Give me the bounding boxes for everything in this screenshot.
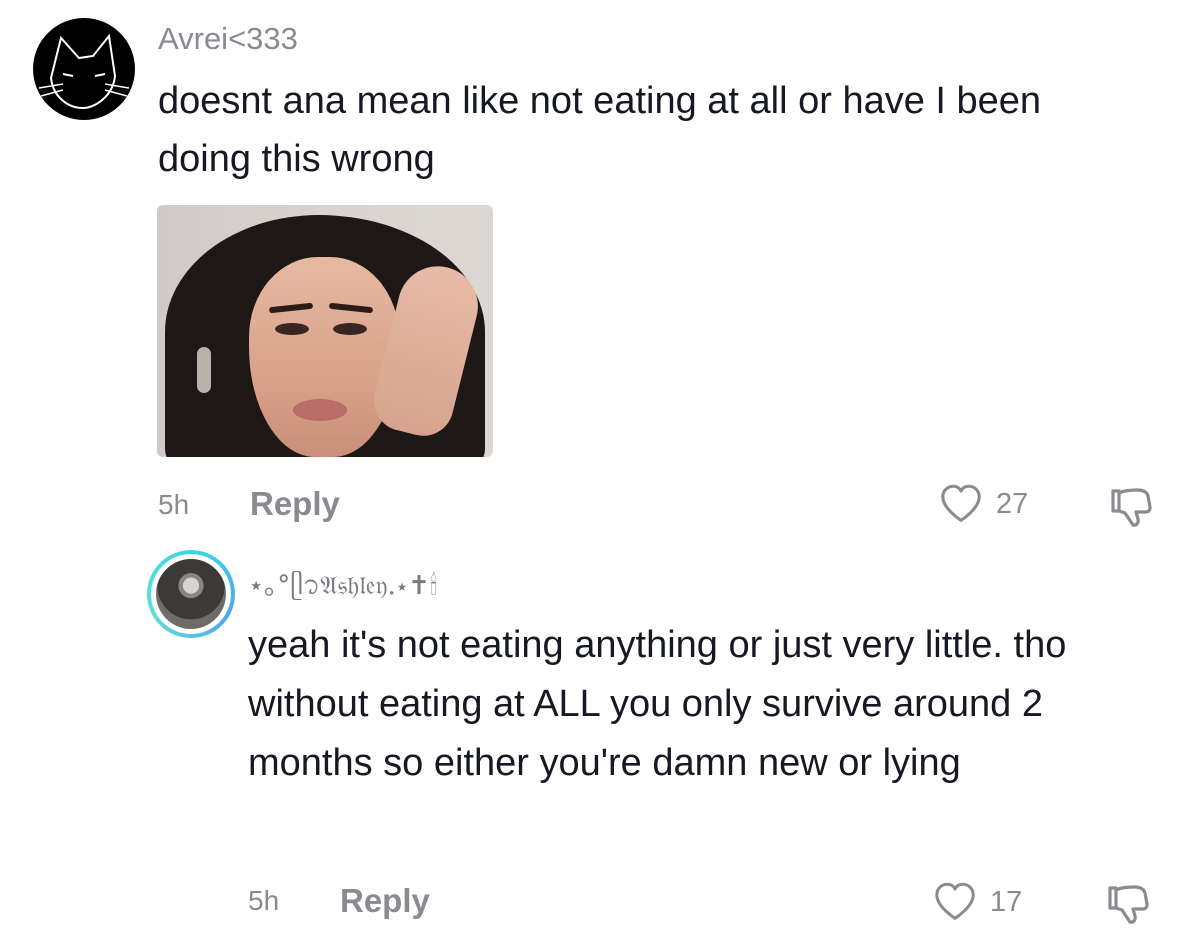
username[interactable]: ⋆｡°ᥫ᭡𝔄𝔰𝔥𝔩𝔢𝔶.⋆✝︎🕯 bbox=[248, 565, 437, 613]
comment-text: doesnt ana mean like not eating at all o… bbox=[158, 80, 1042, 180]
comment-image[interactable] bbox=[157, 205, 493, 457]
reply-button[interactable]: Reply bbox=[250, 485, 340, 523]
like-button[interactable]: 27 bbox=[938, 481, 1028, 527]
username[interactable]: Avrei<333 bbox=[158, 21, 298, 57]
timestamp: 5h bbox=[248, 885, 280, 916]
heart-outline-icon bbox=[941, 484, 981, 522]
timestamp: 5h bbox=[158, 489, 190, 520]
cat-icon bbox=[38, 33, 130, 110]
avatar[interactable] bbox=[156, 559, 226, 629]
like-button[interactable]: 17 bbox=[932, 879, 1022, 925]
like-count: 17 bbox=[990, 885, 1023, 918]
comment-text: yeah it's not eating anything or just ve… bbox=[248, 624, 1067, 784]
heart-outline-icon bbox=[935, 882, 975, 920]
thumbs-down-outline-icon bbox=[1108, 885, 1149, 924]
avatar[interactable] bbox=[33, 18, 135, 120]
dislike-button[interactable] bbox=[1107, 483, 1155, 536]
like-count: 27 bbox=[996, 487, 1029, 520]
thumbs-down-outline-icon bbox=[1111, 488, 1152, 527]
reply-button[interactable]: Reply bbox=[340, 882, 430, 920]
dislike-button[interactable] bbox=[1104, 880, 1152, 933]
